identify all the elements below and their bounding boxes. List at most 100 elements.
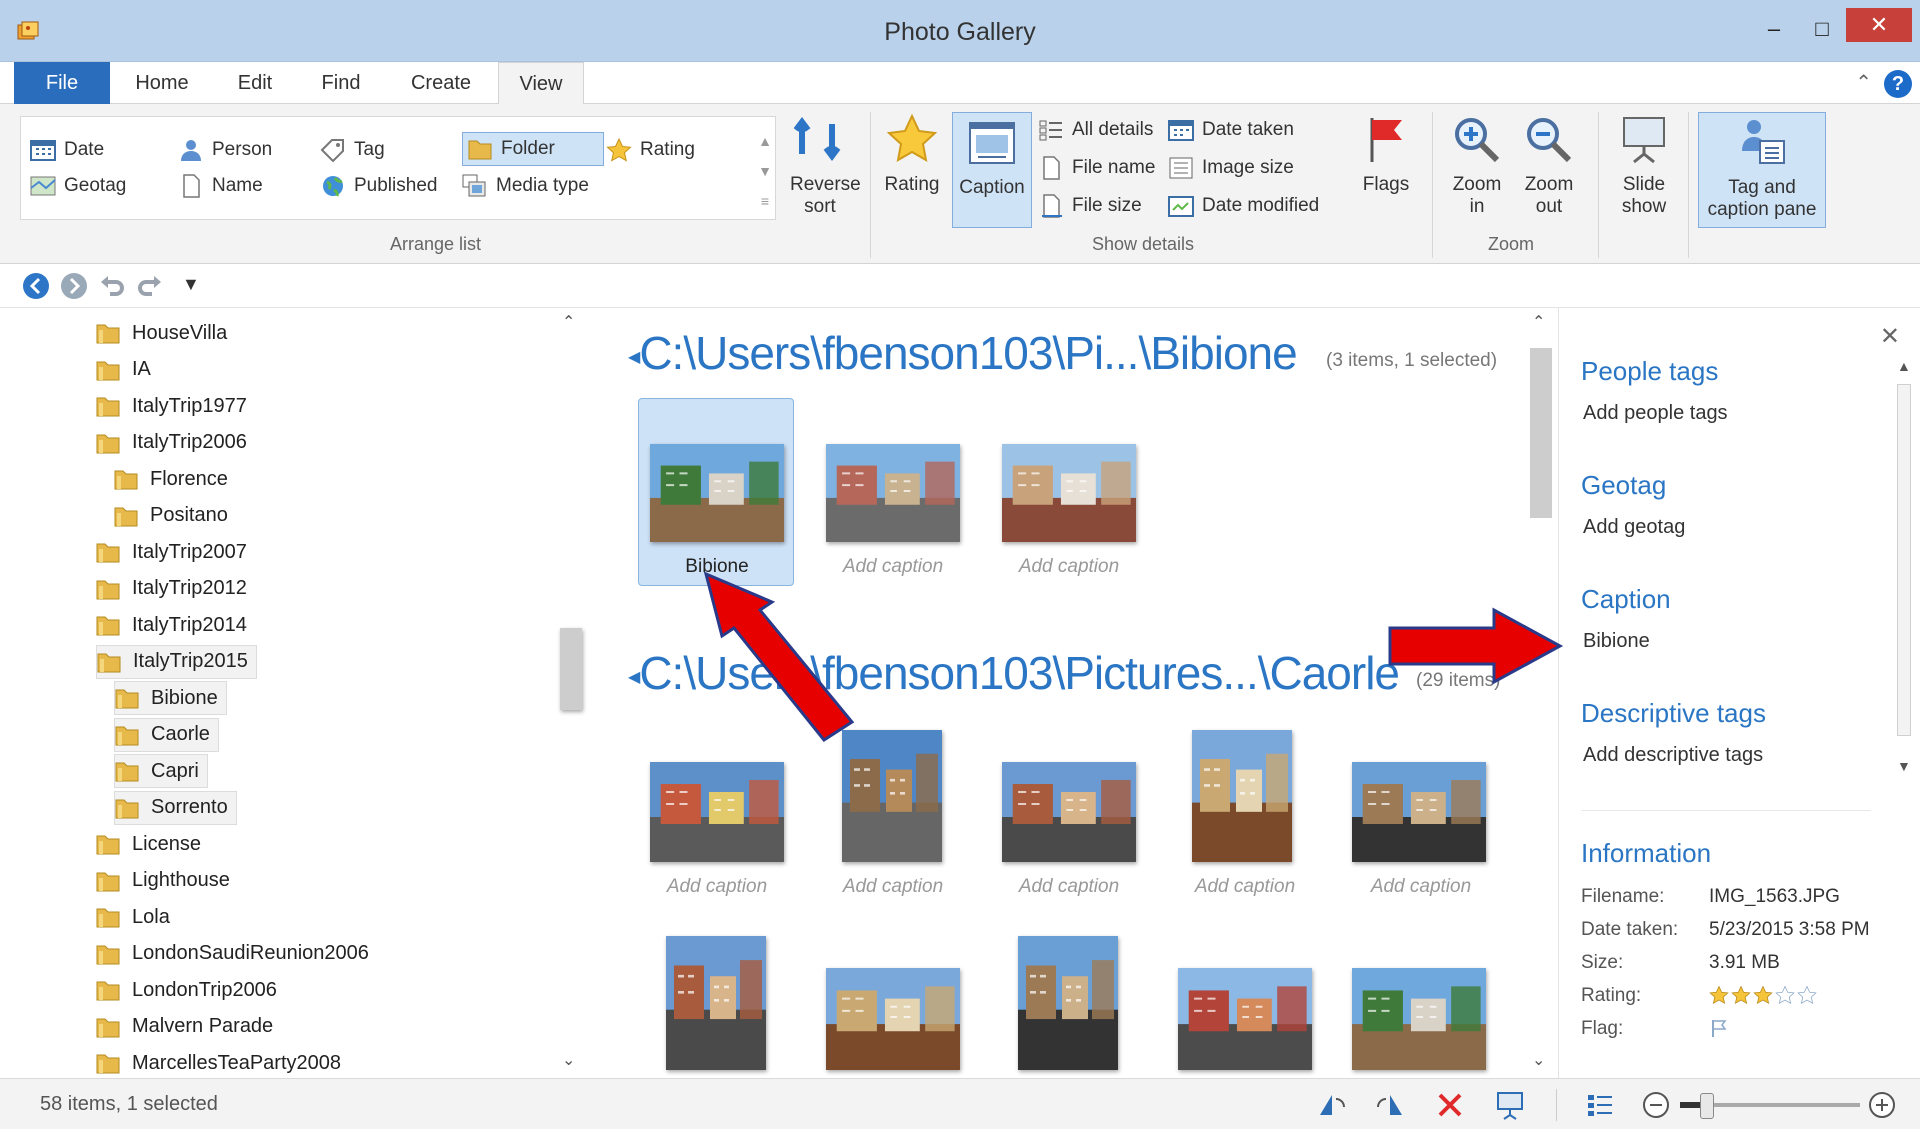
slide-show-button[interactable]: Slide show bbox=[1606, 114, 1682, 218]
photo-thumbnail[interactable] bbox=[650, 762, 784, 862]
close-button[interactable]: ✕ bbox=[1846, 8, 1912, 42]
photo-thumbnail[interactable] bbox=[666, 936, 766, 1070]
zoom-slider-handle[interactable] bbox=[1700, 1093, 1714, 1119]
caption-button[interactable]: Caption bbox=[952, 112, 1032, 228]
zoom-in-button[interactable]: Zoom in bbox=[1442, 114, 1512, 218]
add-geotag-link[interactable]: Add geotag bbox=[1583, 516, 1685, 539]
star-icon[interactable] bbox=[1753, 985, 1773, 1005]
photo-caption[interactable]: Add caption bbox=[637, 876, 797, 898]
flags-button[interactable]: Flags bbox=[1356, 114, 1416, 196]
delete-icon[interactable] bbox=[1434, 1089, 1466, 1121]
folder-tree-item[interactable]: Bibione bbox=[114, 681, 227, 715]
arrange-rating[interactable]: Rating bbox=[606, 138, 695, 162]
group-path-header[interactable]: ◀C:\Users\fbenson103\Pi...\Bibione bbox=[628, 326, 1298, 380]
customize-toolbar-dropdown[interactable]: ▼ bbox=[182, 274, 200, 295]
photo-thumbnail[interactable] bbox=[650, 444, 784, 542]
arrange-list-scroll[interactable]: ▲ ▼ ≡ bbox=[756, 126, 774, 216]
add-people-tags-link[interactable]: Add people tags bbox=[1583, 402, 1728, 425]
photo-caption[interactable]: Add caption bbox=[813, 876, 973, 898]
photo-thumbnail[interactable] bbox=[1002, 762, 1136, 862]
folder-tree-item[interactable]: LondonTrip2006 bbox=[96, 973, 277, 1007]
file-size-button[interactable]: File size bbox=[1038, 194, 1142, 218]
collapse-ribbon-icon[interactable]: ⌃ bbox=[1855, 70, 1872, 95]
details-view-icon[interactable] bbox=[1584, 1089, 1616, 1121]
tab-edit[interactable]: Edit bbox=[220, 62, 290, 104]
undo-icon[interactable] bbox=[98, 272, 126, 300]
photo-caption[interactable]: Add caption bbox=[989, 876, 1149, 898]
star-icon[interactable] bbox=[1731, 985, 1751, 1005]
star-icon[interactable] bbox=[1775, 985, 1795, 1005]
zoom-out-small-icon[interactable] bbox=[1640, 1089, 1672, 1121]
folder-tree-item[interactable]: Sorrento bbox=[114, 790, 237, 825]
folder-tree-item[interactable]: Lola bbox=[96, 900, 170, 934]
minimize-button[interactable]: – bbox=[1752, 10, 1796, 48]
photo-thumbnail[interactable] bbox=[1002, 444, 1136, 542]
scroll-down-icon[interactable]: ▼ bbox=[1897, 758, 1911, 774]
tab-view[interactable]: View bbox=[498, 62, 584, 105]
arrange-person[interactable]: Person bbox=[178, 138, 272, 162]
zoom-out-button[interactable]: Zoom out bbox=[1514, 114, 1584, 218]
tab-file[interactable]: File bbox=[14, 62, 110, 104]
photo-thumbnail[interactable] bbox=[1178, 968, 1312, 1070]
rating-button[interactable]: Rating bbox=[880, 114, 944, 196]
photo-thumbnail[interactable] bbox=[1192, 730, 1292, 862]
scroll-up-icon[interactable]: ⌃ bbox=[562, 312, 575, 332]
scrollbar-thumb[interactable] bbox=[1530, 348, 1552, 518]
play-slide-show-icon[interactable] bbox=[1494, 1089, 1526, 1121]
scrollbar-thumb[interactable] bbox=[1897, 384, 1911, 736]
folder-tree-item[interactable]: Positano bbox=[114, 499, 228, 533]
folder-tree-item[interactable]: License bbox=[96, 827, 201, 861]
close-pane-icon[interactable]: ✕ bbox=[1880, 322, 1900, 351]
rating-stars[interactable] bbox=[1709, 985, 1817, 1007]
folder-tree-item[interactable]: Florence bbox=[114, 462, 228, 496]
date-modified-button[interactable]: Date modified bbox=[1168, 194, 1319, 218]
tab-create[interactable]: Create bbox=[396, 62, 486, 104]
arrange-tag[interactable]: Tag bbox=[320, 138, 385, 162]
folder-tree-item[interactable]: Malvern Parade bbox=[96, 1010, 273, 1044]
scroll-up-icon[interactable]: ▲ bbox=[1897, 358, 1911, 374]
image-size-button[interactable]: Image size bbox=[1168, 156, 1294, 180]
add-descriptive-tags-link[interactable]: Add descriptive tags bbox=[1583, 744, 1763, 767]
collapse-triangle-icon[interactable]: ◀ bbox=[628, 349, 640, 366]
scrollbar-thumb[interactable] bbox=[560, 628, 582, 710]
arrange-date[interactable]: Date bbox=[30, 138, 104, 162]
gallery-scrollbar[interactable]: ⌃ ⌄ bbox=[1526, 308, 1554, 1078]
star-icon[interactable] bbox=[1797, 985, 1817, 1005]
arrange-media-type[interactable]: Media type bbox=[462, 174, 589, 198]
folder-tree-item[interactable]: ItalyTrip2006 bbox=[96, 426, 247, 460]
reverse-sort-button[interactable]: Reverse sort bbox=[780, 114, 861, 218]
arrange-geotag[interactable]: Geotag bbox=[30, 174, 126, 198]
folder-tree-item[interactable]: ItalyTrip2012 bbox=[96, 572, 247, 606]
rotate-left-icon[interactable] bbox=[1316, 1089, 1348, 1121]
photo-caption[interactable]: Add caption bbox=[1165, 876, 1325, 898]
folder-tree-item[interactable]: ItalyTrip1977 bbox=[96, 389, 247, 423]
photo-caption[interactable]: Add caption bbox=[1341, 876, 1501, 898]
photo-thumbnail[interactable] bbox=[1352, 968, 1486, 1070]
zoom-in-small-icon[interactable] bbox=[1866, 1089, 1898, 1121]
file-name-button[interactable]: File name bbox=[1038, 156, 1155, 180]
arrange-published[interactable]: Published bbox=[320, 174, 437, 198]
forward-arrow-icon[interactable] bbox=[60, 272, 88, 300]
tag-and-caption-pane-button[interactable]: Tag and caption pane bbox=[1698, 112, 1826, 228]
date-taken-button[interactable]: Date taken bbox=[1168, 118, 1294, 142]
folder-tree-item[interactable]: LondonSaudiReunion2006 bbox=[96, 937, 369, 971]
help-icon[interactable]: ? bbox=[1884, 70, 1912, 98]
photo-thumbnail[interactable] bbox=[1352, 762, 1486, 862]
scroll-up-icon[interactable]: ⌃ bbox=[1532, 312, 1545, 332]
arrange-folder[interactable]: Folder bbox=[462, 132, 604, 166]
back-arrow-icon[interactable] bbox=[22, 272, 50, 300]
folder-tree-item[interactable]: MarcellesTeaParty2008 bbox=[96, 1046, 341, 1080]
all-details-button[interactable]: All details bbox=[1038, 118, 1153, 142]
tab-find[interactable]: Find bbox=[306, 62, 376, 104]
folder-tree-item[interactable]: ItalyTrip2015 bbox=[96, 644, 257, 679]
collapse-triangle-icon[interactable]: ◀ bbox=[628, 669, 640, 686]
scroll-down-icon[interactable]: ⌄ bbox=[562, 1050, 575, 1070]
rotate-right-icon[interactable] bbox=[1374, 1089, 1406, 1121]
scroll-down-icon[interactable]: ⌄ bbox=[1532, 1050, 1545, 1070]
folder-tree-item[interactable]: ItalyTrip2007 bbox=[96, 535, 247, 569]
folder-tree-item[interactable]: IA bbox=[96, 353, 151, 387]
folder-tree-item[interactable]: ItalyTrip2014 bbox=[96, 608, 247, 642]
photo-thumbnail[interactable] bbox=[842, 730, 942, 862]
tab-home[interactable]: Home bbox=[124, 62, 200, 104]
photo-thumbnail[interactable] bbox=[826, 968, 960, 1070]
